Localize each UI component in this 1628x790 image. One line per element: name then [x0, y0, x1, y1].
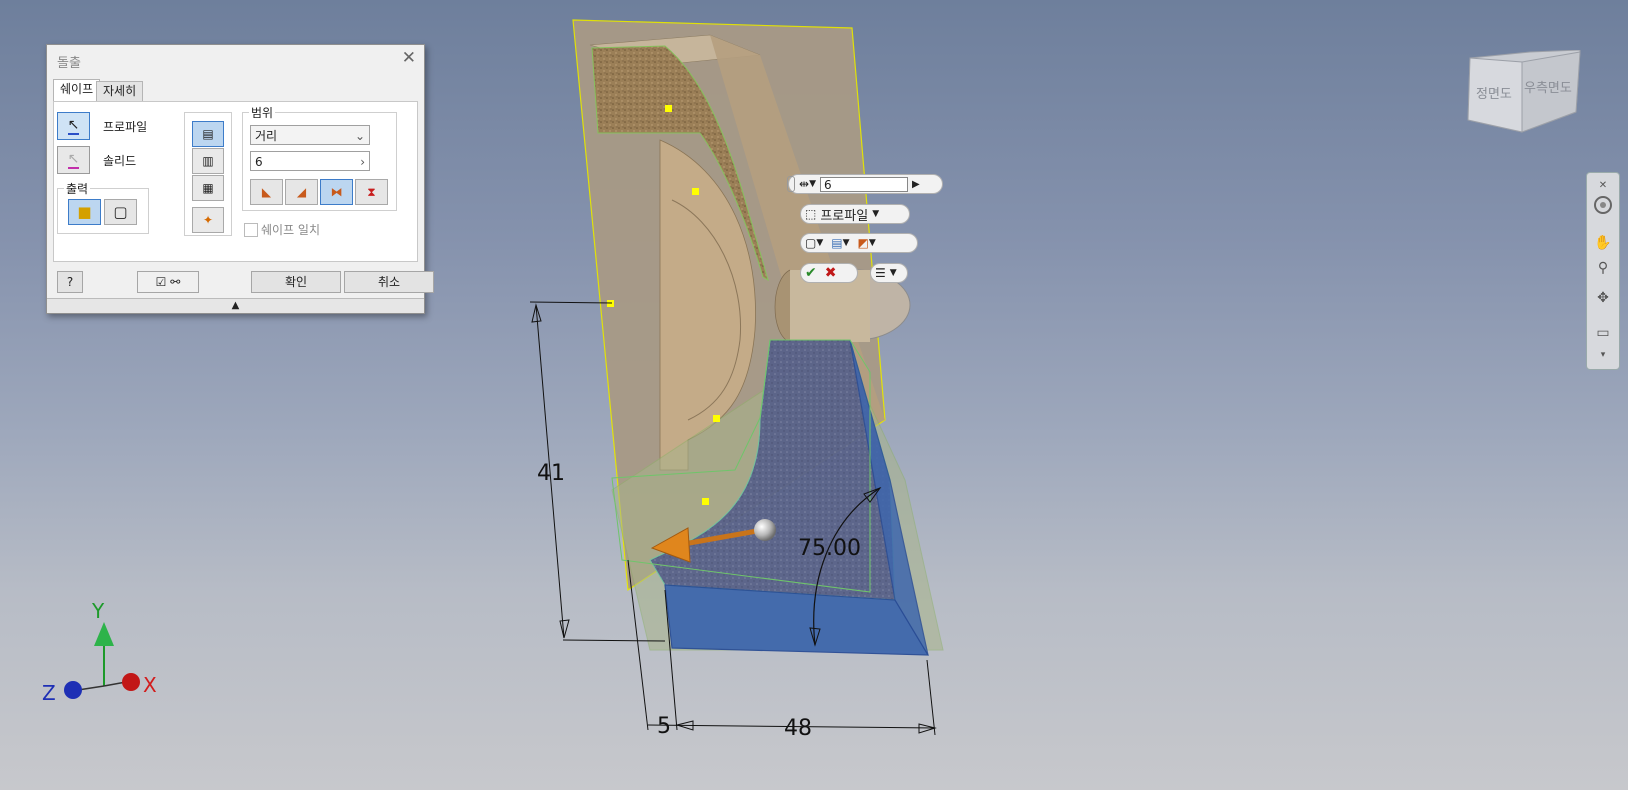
mini-toolbar-options: ▢ ▼ ▤ ▼ ◩ ▼: [800, 233, 918, 253]
direction-default-button[interactable]: ◣: [250, 179, 283, 205]
mini-toolbar-confirm: ✔ ✖: [800, 263, 858, 283]
output-solid-button[interactable]: ■: [68, 199, 101, 225]
direction-1-icon: ◣: [261, 185, 272, 199]
extrude-dialog: 돌출 ✕ 쉐이프 자세히 ↖ 프로파일 ↖ 솔리드 출력 ■ ▢ ▤ ▥ ▦ ✦…: [46, 44, 434, 314]
arrow-cursor-icon: ↖: [67, 117, 80, 135]
chevron-right-icon: ›: [360, 155, 365, 169]
operation-group: ▤ ▥ ▦ ✦: [184, 112, 232, 236]
tab-content: ↖ 프로파일 ↖ 솔리드 출력 ■ ▢ ▤ ▥ ▦ ✦ 범위 거리 ⌄ 6 › …: [53, 101, 418, 262]
dimension-width: 48: [784, 716, 812, 741]
mini-toolbar-distance: ⇹ ▼ 6 ▶: [787, 174, 943, 194]
match-shape-label: 쉐이프 일치: [261, 223, 321, 237]
profile-dropdown-arrow[interactable]: ▼: [868, 205, 883, 223]
extent-type-value: 거리: [255, 129, 278, 143]
navigation-bar: ✕ ✋ ⚲ ✥ ▭ ▾: [1586, 172, 1620, 370]
axis-z-label: Z: [42, 681, 56, 705]
join-icon: ▤: [831, 236, 843, 250]
close-icon[interactable]: ✕: [402, 48, 416, 68]
intersect-icon: ▦: [202, 181, 214, 195]
viewcube[interactable]: 정면도 우측면도: [1462, 50, 1582, 140]
sketch-point: [665, 105, 672, 112]
mini-expand-arrow[interactable]: ▶: [908, 175, 924, 193]
tab-more[interactable]: 자세히: [96, 81, 144, 101]
tab-shape[interactable]: 쉐이프: [53, 79, 101, 102]
operation-dropdown[interactable]: ▤ ▼: [827, 234, 853, 252]
viewcube-right-label: 우측면도: [1524, 81, 1572, 96]
navbar-menu-icon[interactable]: ▾: [1593, 345, 1613, 365]
ok-button[interactable]: 확인: [251, 271, 341, 293]
dimension-offset: 5: [657, 714, 671, 739]
mini-toolbar-grip[interactable]: [787, 176, 795, 192]
profile-select-button[interactable]: ↖: [57, 112, 90, 140]
axis-x-label: X: [143, 673, 157, 697]
apply-check-icon[interactable]: ✔: [801, 264, 821, 282]
output-surface-button[interactable]: ▢: [104, 199, 137, 225]
sketch-point: [607, 300, 614, 307]
chevron-down-icon: ⌄: [354, 129, 365, 143]
mini-distance-input[interactable]: 6: [819, 176, 908, 192]
intersect-button[interactable]: ▦: [192, 175, 224, 201]
new-solid-icon: ✦: [202, 213, 214, 227]
mini-profile-label: 프로파일: [820, 208, 869, 224]
steering-wheel-icon[interactable]: [1593, 195, 1613, 215]
look-at-icon[interactable]: ▭: [1593, 323, 1613, 343]
sketch-point: [692, 188, 699, 195]
sketch-point: [702, 498, 709, 505]
mini-toolbar-profile[interactable]: ⬚ 프로파일 ▼: [800, 204, 910, 224]
cut-icon: ▥: [202, 154, 214, 168]
axis-y-label: Y: [91, 599, 105, 623]
list-menu-icon: ☰: [875, 266, 886, 280]
viewcube-front-label: 정면도: [1476, 87, 1512, 102]
join-button[interactable]: ▤: [192, 121, 224, 147]
expand-toggle-icon[interactable]: ▲: [47, 298, 424, 313]
orbit-icon[interactable]: ✥: [1593, 288, 1613, 308]
profile-select-icon: ⬚: [805, 207, 817, 221]
preview-toggle[interactable]: ☑ ⚯: [137, 271, 199, 293]
navbar-close-icon[interactable]: ✕: [1593, 175, 1613, 195]
direction-asymmetric-button[interactable]: ⧗: [355, 179, 388, 205]
distance-input[interactable]: 6 ›: [250, 151, 370, 171]
direction-dropdown[interactable]: ◩ ▼: [854, 234, 880, 252]
distance-value: 6: [255, 155, 263, 169]
extents-label: 범위: [249, 104, 276, 121]
dimension-height: 41: [537, 461, 565, 486]
new-solid-button[interactable]: ✦: [192, 207, 224, 233]
pan-icon[interactable]: ✋: [1593, 233, 1613, 253]
profile-label: 프로파일: [103, 120, 148, 134]
dialog-title: 돌출: [57, 56, 81, 71]
solid-cube-icon: ■: [77, 203, 92, 221]
cancel-button[interactable]: 취소: [344, 271, 434, 293]
graphics-viewport[interactable]: 41 75.00 5 48 Y X Z 정면도 우측면도 ✕ ✋ ⚲ ✥ ▭ ▾…: [0, 0, 1628, 790]
direction-arrow-handle: [754, 519, 776, 541]
sketch-point: [713, 415, 720, 422]
surface-cube-icon: ▢: [113, 203, 128, 221]
output-group: 출력 ■ ▢: [57, 180, 149, 234]
cancel-x-icon[interactable]: ✖: [821, 264, 841, 282]
join-icon: ▤: [202, 127, 214, 141]
preview-glasses-icon: ☑ ⚯: [155, 275, 181, 289]
cube-icon: ▢: [805, 236, 817, 250]
mini-toolbar-menu[interactable]: ☰ ▼: [870, 263, 908, 283]
extent-type-dropdown[interactable]: ⇹ ▼: [795, 175, 820, 193]
output-label: 출력: [64, 180, 91, 197]
solid-select-button[interactable]: ↖: [57, 146, 90, 174]
dimension-angle: 75.00: [798, 536, 861, 561]
direction-symmetric-button[interactable]: ⧓: [320, 179, 353, 205]
match-shape-checkbox[interactable]: [244, 223, 258, 237]
direction-3-icon: ⧓: [330, 185, 343, 199]
direction-2-icon: ◢: [296, 185, 307, 199]
distance-icon: ⇹: [799, 177, 810, 191]
direction-icon: ◩: [857, 236, 869, 250]
extents-group: 범위 거리 ⌄ 6 › ◣ ◢ ⧓ ⧗: [242, 104, 397, 211]
direction-4-icon: ⧗: [367, 184, 376, 199]
direction-flipped-button[interactable]: ◢: [285, 179, 318, 205]
solid-label: 솔리드: [103, 154, 137, 168]
zoom-icon[interactable]: ⚲: [1593, 258, 1613, 278]
extent-type-select[interactable]: 거리 ⌄: [250, 125, 370, 145]
arrow-cursor-icon: ↖: [67, 151, 80, 169]
output-solid-dropdown[interactable]: ▢ ▼: [801, 234, 827, 252]
cut-button[interactable]: ▥: [192, 148, 224, 174]
help-button[interactable]: ?: [57, 271, 83, 293]
help-icon: ?: [66, 275, 74, 289]
